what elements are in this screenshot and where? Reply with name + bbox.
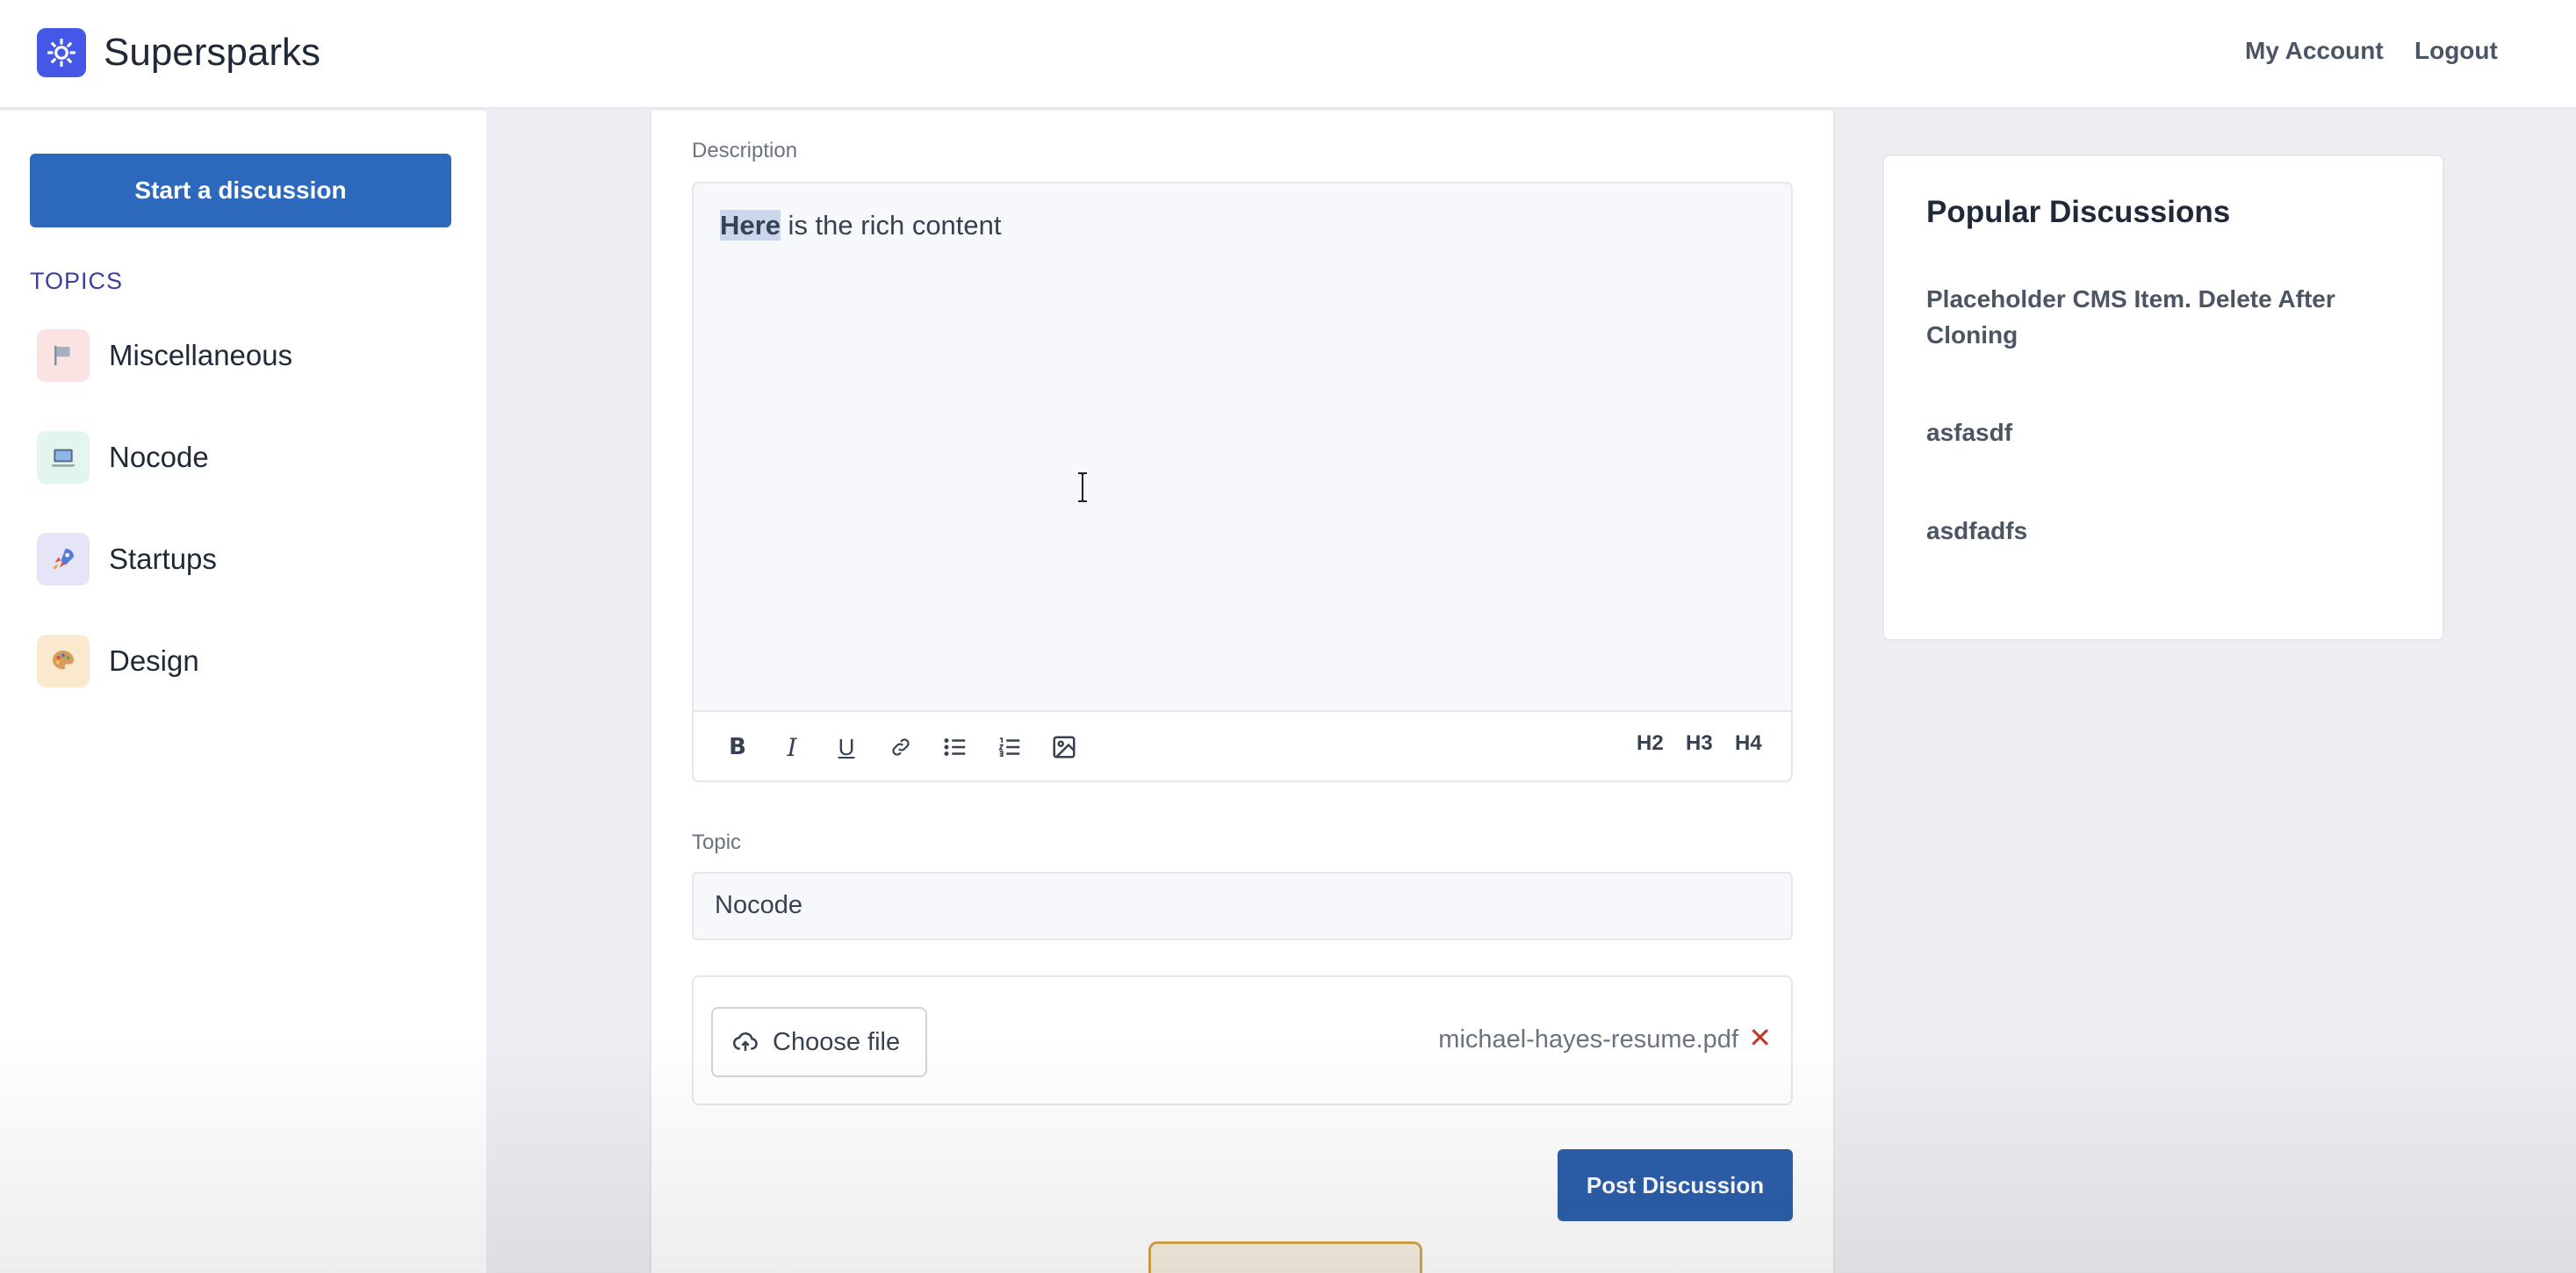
description-label: Description: [692, 139, 798, 162]
link-icon[interactable]: [883, 730, 918, 765]
popular-discussions-title: Popular Discussions: [1926, 195, 2231, 229]
editor-text[interactable]: is the rich content: [781, 210, 1002, 241]
editor-content[interactable]: Here is the rich content: [720, 210, 1002, 241]
sidebar-item-miscellaneous[interactable]: Miscellaneous: [37, 329, 292, 382]
bold-button[interactable]: B: [720, 730, 755, 765]
cloud-upload-icon: [732, 1032, 758, 1051]
numbered-list-icon[interactable]: [992, 730, 1027, 765]
sidebar-item-label: Design: [109, 644, 199, 677]
sparkle-gear-icon: [47, 39, 76, 67]
laptop-icon: [37, 431, 90, 484]
my-account-link[interactable]: My Account: [2245, 33, 2384, 68]
sidebar-item-label: Miscellaneous: [109, 339, 293, 371]
underline-button[interactable]: U: [829, 730, 864, 765]
flag-icon: [37, 329, 90, 382]
popular-discussion-link[interactable]: asdfadfs: [1926, 513, 2400, 549]
choose-file-label: Choose file: [773, 1027, 901, 1056]
heading-3-button[interactable]: H3: [1686, 731, 1713, 756]
post-discussion-button[interactable]: Post Discussion: [1558, 1149, 1793, 1221]
heading-4-button[interactable]: H4: [1735, 731, 1762, 756]
logo-icon[interactable]: [37, 28, 86, 77]
sidebar-item-startups[interactable]: Startups: [37, 533, 217, 586]
italic-button[interactable]: I: [774, 730, 809, 765]
logout-link[interactable]: Logout: [2414, 33, 2498, 68]
top-header: Supersparks My Account Logout: [0, 0, 2576, 109]
text-cursor-icon: [1076, 472, 1089, 510]
image-icon[interactable]: [1047, 730, 1082, 765]
editor-toolbar: B I U H2 H3 H4: [694, 710, 1791, 780]
rich-text-editor[interactable]: Here is the rich content B I U H2 H3 H4: [692, 182, 1793, 782]
remove-file-icon[interactable]: ✕: [1748, 1021, 1772, 1054]
heading-2-button[interactable]: H2: [1637, 731, 1664, 756]
palette-icon: [37, 635, 90, 687]
file-upload-area: Choose file michael-hayes-resume.pdf ✕: [692, 975, 1793, 1105]
popular-discussion-link[interactable]: Placeholder CMS Item. Delete After Cloni…: [1926, 281, 2400, 353]
popular-discussions-panel: Popular Discussions Placeholder CMS Item…: [1882, 155, 2444, 641]
choose-file-button[interactable]: Choose file: [711, 1007, 927, 1077]
sidebar-item-label: Startups: [109, 543, 217, 575]
rocket-icon: [37, 533, 90, 586]
selected-text[interactable]: Here: [720, 210, 781, 241]
topic-select[interactable]: Nocode: [692, 872, 1793, 940]
start-discussion-button[interactable]: Start a discussion: [30, 154, 451, 227]
popular-discussion-link[interactable]: asfasdf: [1926, 414, 2400, 450]
topic-select-value: Nocode: [715, 891, 802, 919]
uploaded-file-name: michael-hayes-resume.pdf: [1438, 1025, 1738, 1054]
sidebar-item-design[interactable]: Design: [37, 635, 199, 687]
brand-name[interactable]: Supersparks: [104, 28, 320, 77]
topics-heading: TOPICS: [30, 268, 124, 294]
sidebar-item-nocode[interactable]: Nocode: [37, 431, 209, 484]
bullet-list-icon[interactable]: [938, 730, 973, 765]
sidebar-item-label: Nocode: [109, 441, 209, 473]
topic-label: Topic: [692, 831, 742, 854]
bottom-floating-widget[interactable]: [1148, 1241, 1422, 1273]
